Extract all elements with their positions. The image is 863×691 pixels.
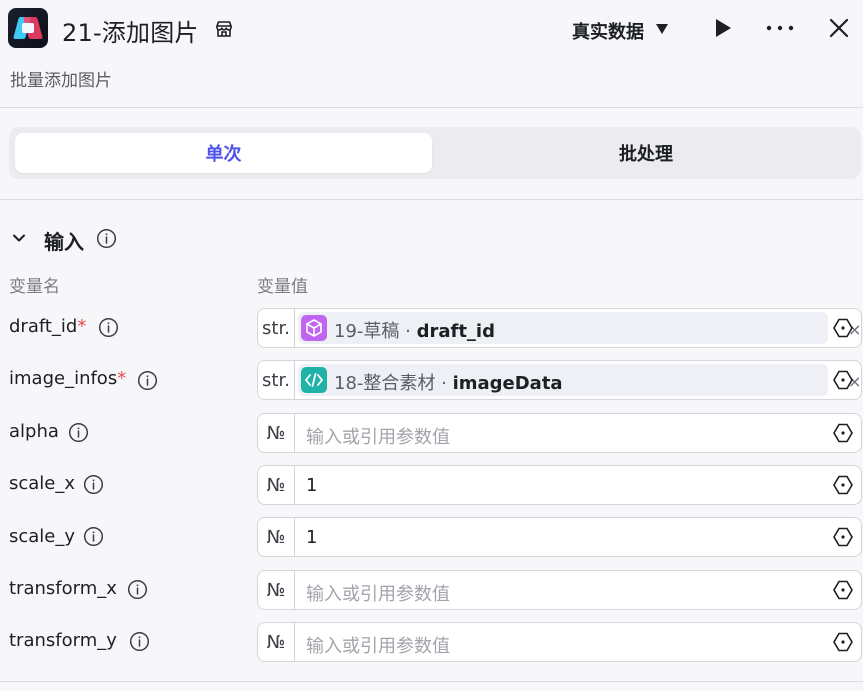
- type-badge: №: [258, 414, 295, 452]
- input-placeholder: 输入或引用参数值: [306, 636, 450, 657]
- chevron-down-icon[interactable]: [11, 230, 27, 246]
- variable-reference-icon[interactable]: [832, 369, 854, 391]
- column-header-value: 变量值: [257, 277, 308, 297]
- info-icon[interactable]: [96, 228, 117, 249]
- input-section-title: 输入: [44, 230, 84, 254]
- param-label-scale-x: scale_x: [9, 473, 76, 494]
- store-icon[interactable]: [214, 19, 234, 39]
- input-placeholder: 输入或引用参数值: [306, 584, 450, 605]
- input-placeholder: 输入或引用参数值: [306, 427, 450, 448]
- param-field-scale-y[interactable]: № 1: [257, 517, 862, 557]
- param-label-image-infos: image_infos*: [9, 368, 127, 389]
- param-label-alpha: alpha: [9, 421, 59, 442]
- info-icon[interactable]: [137, 370, 158, 391]
- run-mode-tabs: 单次 批处理: [9, 127, 861, 179]
- app-logo-icon: [8, 8, 48, 48]
- info-icon[interactable]: [68, 422, 89, 443]
- param-label-draft-id: draft_id*: [9, 316, 87, 337]
- type-badge: str.: [258, 309, 295, 347]
- variable-reference-icon[interactable]: [832, 474, 854, 496]
- type-badge: №: [258, 466, 295, 504]
- cube-icon: [301, 315, 327, 341]
- param-field-draft-id[interactable]: str. 19-草稿 · draft_id ×: [257, 308, 862, 348]
- param-label-transform-y: transform_y: [9, 630, 117, 651]
- tab-single[interactable]: 单次: [15, 133, 432, 173]
- data-mode-select[interactable]: 真实数据: [572, 18, 644, 44]
- variable-reference-icon[interactable]: [832, 631, 854, 653]
- reference-text: 19-草稿 · draft_id: [334, 321, 495, 342]
- type-badge: №: [258, 518, 295, 556]
- param-label-scale-y: scale_y: [9, 526, 76, 547]
- input-value[interactable]: 1: [306, 475, 317, 496]
- more-icon[interactable]: [765, 17, 795, 39]
- info-icon[interactable]: [98, 317, 119, 338]
- column-header-name: 变量名: [9, 277, 60, 297]
- param-field-transform-y[interactable]: № 输入或引用参数值: [257, 622, 862, 662]
- info-icon[interactable]: [129, 631, 150, 652]
- required-mark: *: [117, 368, 127, 389]
- reference-chip[interactable]: 18-整合素材 · imageData ×: [298, 364, 861, 396]
- divider: [0, 199, 863, 200]
- node-description: 批量添加图片: [10, 71, 112, 91]
- input-value[interactable]: 1: [306, 527, 317, 548]
- info-icon[interactable]: [83, 526, 104, 547]
- close-icon[interactable]: [828, 17, 850, 39]
- panel-header: 21-添加图片 真实数据 批量添加图片: [0, 0, 863, 108]
- variable-reference-icon[interactable]: [832, 579, 854, 601]
- variable-reference-icon[interactable]: [832, 317, 854, 339]
- param-label-transform-x: transform_x: [9, 578, 117, 599]
- caret-down-icon[interactable]: [656, 24, 668, 34]
- variable-reference-icon[interactable]: [832, 526, 854, 548]
- type-badge: №: [258, 623, 295, 661]
- code-icon: [301, 367, 327, 393]
- param-field-alpha[interactable]: № 输入或引用参数值: [257, 413, 862, 453]
- type-badge: №: [258, 571, 295, 609]
- node-title[interactable]: 21-添加图片: [62, 13, 199, 48]
- info-icon[interactable]: [83, 474, 104, 495]
- param-field-transform-x[interactable]: № 输入或引用参数值: [257, 570, 862, 610]
- tab-batch[interactable]: 批处理: [436, 133, 856, 173]
- reference-text: 18-整合素材 · imageData: [334, 373, 563, 394]
- variable-reference-icon[interactable]: [832, 422, 854, 444]
- param-field-scale-x[interactable]: № 1: [257, 465, 862, 505]
- play-icon[interactable]: [712, 17, 734, 39]
- param-field-image-infos[interactable]: str. 18-整合素材 · imageData ×: [257, 360, 862, 400]
- info-icon[interactable]: [127, 579, 148, 600]
- reference-chip[interactable]: 19-草稿 · draft_id ×: [298, 312, 861, 344]
- type-badge: str.: [258, 361, 295, 399]
- required-mark: *: [77, 316, 87, 337]
- divider: [0, 681, 863, 682]
